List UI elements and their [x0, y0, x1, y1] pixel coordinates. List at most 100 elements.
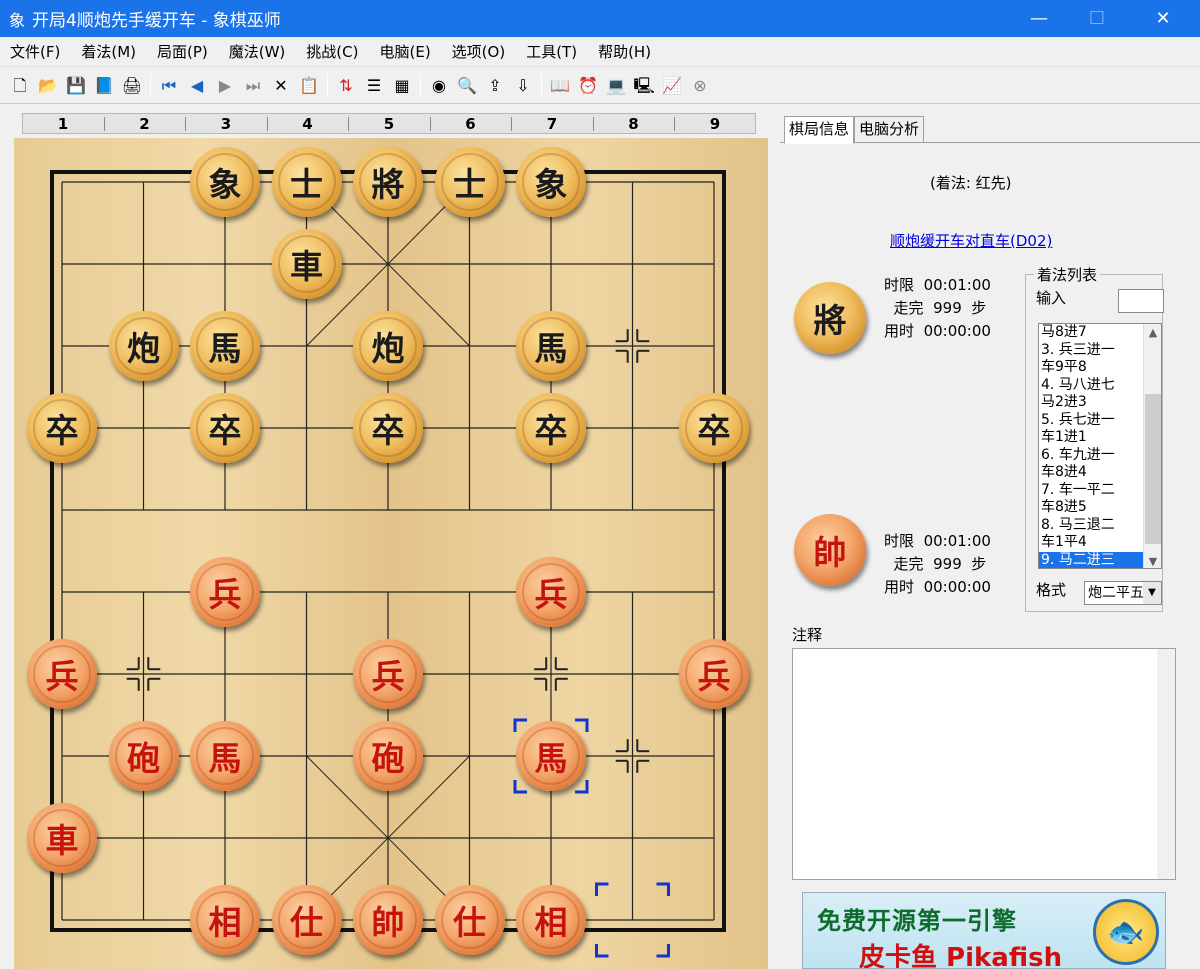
- black-piece[interactable]: 炮: [353, 311, 423, 381]
- red-piece[interactable]: 兵: [516, 557, 586, 627]
- red-piece[interactable]: 砲: [108, 721, 179, 791]
- computer2-icon[interactable]: 🖳: [633, 75, 655, 97]
- red-piece[interactable]: 兵: [679, 639, 749, 709]
- maximize-button[interactable]: ☐: [1074, 0, 1120, 37]
- notes-textarea[interactable]: [792, 648, 1176, 880]
- pikafish-banner[interactable]: 免费开源第一引擎 皮卡鱼 Pikafish 🐟: [802, 892, 1166, 969]
- monitor-icon[interactable]: 📈: [661, 75, 683, 97]
- last-move-icon[interactable]: ⏭: [242, 75, 264, 97]
- tab-game-info[interactable]: 棋局信息: [784, 116, 855, 144]
- first-move-icon[interactable]: ⏮: [158, 75, 180, 97]
- menu-magic[interactable]: 魔法(W): [219, 41, 296, 62]
- notes-scrollbar[interactable]: [1157, 649, 1175, 879]
- move-list-item[interactable]: 9. 马二进三: [1039, 551, 1145, 568]
- move-list-item[interactable]: 3. 兵三进一: [1039, 342, 1145, 360]
- black-piece[interactable]: 馬: [516, 311, 586, 381]
- red-piece[interactable]: 馬: [516, 721, 586, 791]
- opening-link[interactable]: 顺炮缓开车对直车(D02): [890, 230, 1052, 251]
- menu-file[interactable]: 文件(F): [0, 41, 70, 62]
- paste-icon[interactable]: 📋: [298, 75, 320, 97]
- save-icon[interactable]: 💾: [65, 75, 87, 97]
- black-piece[interactable]: 士: [271, 147, 342, 217]
- black-piece[interactable]: 馬: [190, 311, 260, 381]
- move-list-item[interactable]: 车1平4: [1039, 534, 1145, 552]
- tab-computer-analysis[interactable]: 电脑分析: [854, 116, 925, 142]
- black-piece[interactable]: 象: [190, 147, 260, 217]
- flip-board-icon[interactable]: ⇅: [335, 75, 357, 97]
- open-folder-icon[interactable]: 📂: [37, 75, 59, 97]
- menu-challenge[interactable]: 挑战(C): [296, 41, 368, 62]
- computer-icon[interactable]: 💻: [605, 75, 627, 97]
- move-list-item[interactable]: 车8进5: [1039, 499, 1145, 517]
- red-piece[interactable]: 帥: [353, 885, 423, 955]
- black-piece[interactable]: 卒: [679, 393, 749, 463]
- dropdown-arrow-icon[interactable]: ▼: [1143, 582, 1161, 604]
- move-list-scrollbar[interactable]: ▲ ▼: [1143, 324, 1161, 568]
- colorwheel-icon[interactable]: ◉: [428, 75, 450, 97]
- move-list-item[interactable]: 车8进4: [1039, 464, 1145, 482]
- black-piece[interactable]: 士: [434, 147, 505, 217]
- used-time-value: 00:00:00: [923, 578, 991, 596]
- red-piece[interactable]: 相: [190, 885, 260, 955]
- move-list-item[interactable]: 5. 兵七进一: [1039, 412, 1145, 430]
- new-file-icon[interactable]: 🗋: [9, 75, 31, 97]
- move-list-item[interactable]: 车1进1: [1039, 429, 1145, 447]
- export-icon[interactable]: ⇪: [484, 75, 506, 97]
- scroll-thumb[interactable]: [1145, 394, 1161, 544]
- black-piece[interactable]: 炮: [108, 311, 179, 381]
- menu-help[interactable]: 帮助(H): [588, 41, 661, 62]
- clock-icon[interactable]: ⏰: [577, 75, 599, 97]
- black-piece[interactable]: 象: [516, 147, 586, 217]
- red-piece[interactable]: 相: [516, 885, 586, 955]
- menu-position[interactable]: 局面(P): [147, 41, 218, 62]
- black-piece[interactable]: 卒: [190, 393, 260, 463]
- move-list[interactable]: 马8进7 3. 兵三进一 车9平8 4. 马八进七 马2进3 5. 兵七进一 车1进1…: [1038, 323, 1162, 569]
- red-piece[interactable]: 馬: [190, 721, 260, 791]
- delete-icon[interactable]: ✕: [270, 75, 292, 97]
- minimize-button[interactable]: —: [1016, 0, 1062, 37]
- scroll-up-icon[interactable]: ▲: [1144, 326, 1161, 339]
- scroll-down-icon[interactable]: ▼: [1144, 555, 1161, 568]
- close-button[interactable]: ✕: [1140, 0, 1186, 37]
- red-piece[interactable]: 仕: [434, 885, 505, 955]
- xiangqi-board[interactable]: 象士將士象車炮馬炮馬卒卒卒卒卒兵兵兵兵兵砲馬砲馬車相仕帥仕相: [14, 138, 768, 969]
- menu-moves[interactable]: 着法(M): [71, 41, 146, 62]
- menu-tools[interactable]: 工具(T): [516, 41, 587, 62]
- piece-label: 卒: [685, 399, 743, 457]
- red-piece[interactable]: 兵: [190, 557, 260, 627]
- menu-options[interactable]: 选项(O): [442, 41, 516, 62]
- black-piece[interactable]: 卒: [516, 393, 586, 463]
- red-piece[interactable]: 仕: [271, 885, 342, 955]
- move-list-item[interactable]: 马8进7: [1039, 324, 1145, 342]
- edit-position-icon[interactable]: ▦: [391, 75, 413, 97]
- red-piece[interactable]: 車: [27, 803, 97, 873]
- black-piece[interactable]: 車: [271, 229, 342, 299]
- analyze-icon[interactable]: 🔍: [456, 75, 478, 97]
- move-list-item[interactable]: 马2进3: [1039, 394, 1145, 412]
- red-piece[interactable]: 兵: [353, 639, 423, 709]
- print-setup-icon[interactable]: 🖨: [121, 75, 143, 97]
- red-piece[interactable]: 砲: [353, 721, 423, 791]
- piece-label: 炮: [114, 317, 173, 375]
- format-select[interactable]: 炮二平五 ▼: [1084, 581, 1162, 605]
- move-tree-icon[interactable]: ☰: [363, 75, 385, 97]
- moves-unit: 步: [971, 299, 987, 317]
- black-piece[interactable]: 卒: [353, 393, 423, 463]
- stop-icon[interactable]: ⊗: [689, 75, 711, 97]
- column-number: 2: [139, 115, 150, 133]
- move-list-item[interactable]: 8. 马三退二: [1039, 517, 1145, 535]
- menu-computer[interactable]: 电脑(E): [369, 41, 440, 62]
- save-as-icon[interactable]: 📘: [93, 75, 115, 97]
- black-piece[interactable]: 卒: [27, 393, 97, 463]
- red-piece[interactable]: 兵: [27, 639, 97, 709]
- import-icon[interactable]: ⇩: [512, 75, 534, 97]
- next-move-icon[interactable]: ▶: [214, 75, 236, 97]
- black-piece[interactable]: 將: [353, 147, 423, 217]
- move-input[interactable]: [1118, 289, 1164, 313]
- book-icon[interactable]: 📖: [549, 75, 571, 97]
- move-list-item[interactable]: 6. 车九进一: [1039, 447, 1145, 465]
- move-list-item[interactable]: 4. 马八进七: [1039, 377, 1145, 395]
- prev-move-icon[interactable]: ◀: [186, 75, 208, 97]
- move-list-item[interactable]: 车9平8: [1039, 359, 1145, 377]
- move-list-item[interactable]: 7. 车一平二: [1039, 482, 1145, 500]
